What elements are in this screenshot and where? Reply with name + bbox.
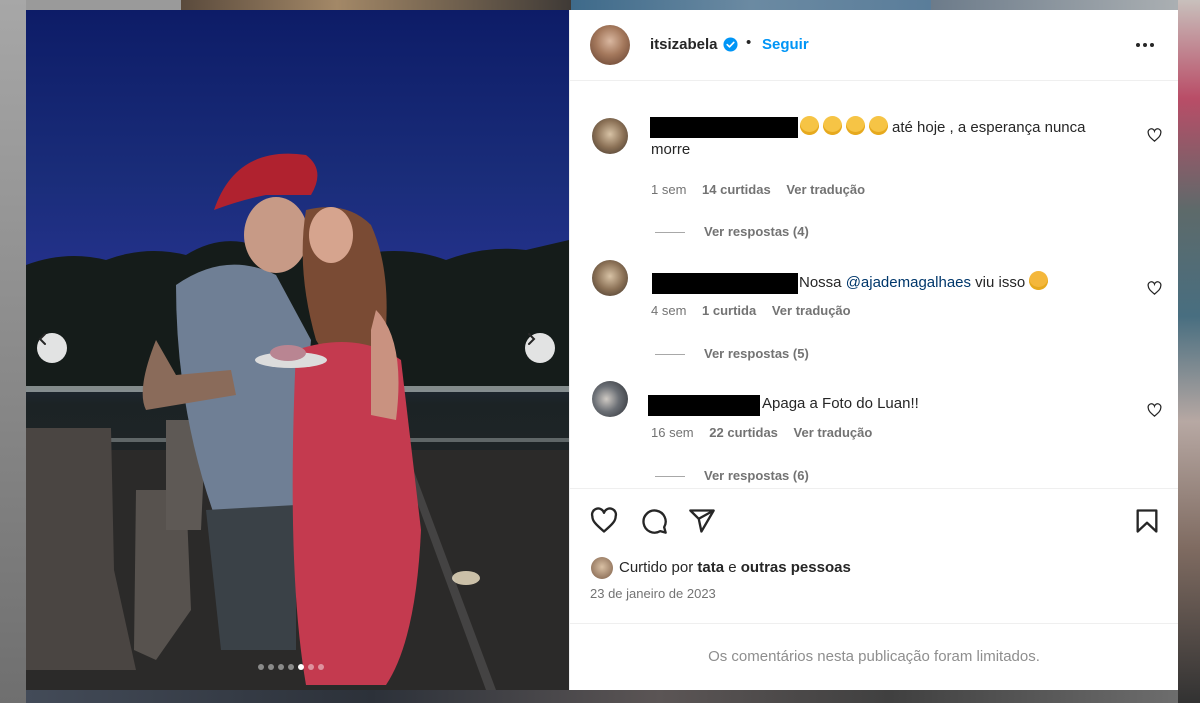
comment-body: Nossa bbox=[799, 274, 846, 291]
comment-body: até hoje , a esperança nunca bbox=[892, 119, 1086, 136]
comment-icon[interactable] bbox=[640, 507, 668, 535]
post-actions: Curtido por tata e outras pessoas 23 de … bbox=[570, 488, 1178, 623]
comment-likes[interactable]: 1 curtida bbox=[702, 303, 756, 318]
backdrop-top bbox=[181, 0, 571, 10]
comments-limited-notice: Os comentários nesta publicação foram li… bbox=[570, 623, 1178, 690]
commenter-avatar[interactable] bbox=[592, 260, 628, 296]
comment-meta: 1 sem 14 curtidas Ver tradução bbox=[651, 182, 877, 197]
redacted-username bbox=[650, 117, 798, 138]
comment-text: até hoje , a esperança nunca bbox=[800, 116, 1085, 139]
replies-divider bbox=[655, 354, 685, 355]
heart-icon[interactable] bbox=[590, 507, 618, 535]
photo-illustration bbox=[26, 153, 569, 690]
share-icon[interactable] bbox=[688, 507, 716, 535]
laughing-emoji-icon bbox=[823, 116, 842, 135]
view-replies-button[interactable]: Ver respostas (5) bbox=[704, 346, 809, 361]
more-options-icon[interactable] bbox=[1134, 34, 1156, 56]
post-date[interactable]: 23 de janeiro de 2023 bbox=[590, 586, 716, 601]
replies-divider bbox=[655, 232, 685, 233]
header-separator: • bbox=[746, 34, 752, 51]
post-header: itsizabela • Seguir bbox=[570, 10, 1178, 81]
backdrop-top bbox=[26, 0, 181, 10]
liker-avatar[interactable] bbox=[591, 557, 613, 579]
carousel-dot bbox=[278, 664, 284, 670]
comment-likes[interactable]: 14 curtidas bbox=[702, 182, 771, 197]
carousel-dot bbox=[308, 664, 314, 670]
comment-meta: 4 sem 1 curtida Ver tradução bbox=[651, 303, 863, 318]
backdrop-top bbox=[931, 0, 1200, 10]
carousel-dot bbox=[318, 664, 324, 670]
carousel-next-button[interactable] bbox=[525, 333, 555, 363]
view-replies-button[interactable]: Ver respostas (6) bbox=[704, 468, 809, 483]
carousel-dot-active bbox=[298, 664, 304, 670]
sad-emoji-icon bbox=[1029, 271, 1049, 290]
liked-user[interactable]: tata bbox=[697, 559, 724, 576]
comment-time: 16 sem bbox=[651, 425, 694, 440]
chevron-left-icon bbox=[38, 333, 46, 345]
comment-like-heart-icon[interactable] bbox=[1147, 403, 1162, 418]
comments-list[interactable]: até hoje , a esperança nunca morre 1 sem… bbox=[570, 81, 1178, 488]
comment-text: Nossa @ajademagalhaes viu isso bbox=[799, 271, 1052, 294]
comment-likes[interactable]: 22 curtidas bbox=[709, 425, 778, 440]
carousel-dot bbox=[258, 664, 264, 670]
comment-like-heart-icon[interactable] bbox=[1147, 128, 1162, 143]
commenter-avatar[interactable] bbox=[592, 118, 628, 154]
backdrop-bottom bbox=[26, 690, 1178, 703]
translate-link[interactable]: Ver tradução bbox=[772, 303, 851, 318]
backdrop-right bbox=[1178, 0, 1200, 703]
chevron-right-icon bbox=[528, 333, 536, 345]
post-details-panel: itsizabela • Seguir até hoje , a esperan… bbox=[569, 10, 1178, 690]
comment-like-heart-icon[interactable] bbox=[1147, 281, 1162, 296]
translate-link[interactable]: Ver tradução bbox=[786, 182, 865, 197]
comment-time: 1 sem bbox=[651, 182, 687, 197]
commenter-avatar[interactable] bbox=[592, 381, 628, 417]
backdrop-left bbox=[0, 0, 26, 703]
liked-by-text[interactable]: Curtido por tata e outras pessoas bbox=[619, 559, 851, 576]
view-replies-button[interactable]: Ver respostas (4) bbox=[704, 224, 809, 239]
comment-body: viu isso bbox=[971, 274, 1030, 291]
backdrop-top bbox=[571, 0, 931, 10]
liked-others[interactable]: outras pessoas bbox=[741, 559, 851, 576]
replies-divider bbox=[655, 476, 685, 477]
verified-badge-icon bbox=[723, 37, 738, 52]
laughing-emoji-icon bbox=[846, 116, 865, 135]
mention-link[interactable]: @ajademagalhaes bbox=[846, 274, 971, 291]
liked-mid: e bbox=[724, 559, 741, 576]
bookmark-icon[interactable] bbox=[1133, 507, 1161, 535]
translate-link[interactable]: Ver tradução bbox=[794, 425, 873, 440]
post-photo[interactable] bbox=[26, 10, 569, 690]
carousel-dot bbox=[268, 664, 274, 670]
liked-prefix: Curtido por bbox=[619, 559, 698, 576]
author-username[interactable]: itsizabela bbox=[650, 36, 718, 53]
redacted-username bbox=[648, 395, 760, 416]
carousel-indicator bbox=[258, 664, 324, 670]
comment-meta: 16 sem 22 curtidas Ver tradução bbox=[651, 425, 884, 440]
redacted-username bbox=[652, 273, 798, 294]
comment-time: 4 sem bbox=[651, 303, 687, 318]
carousel-dot bbox=[288, 664, 294, 670]
laughing-emoji-icon bbox=[869, 116, 888, 135]
carousel-prev-button[interactable] bbox=[37, 333, 67, 363]
laughing-emoji-icon bbox=[800, 116, 819, 135]
comment-text: Apaga a Foto do Luan!! bbox=[762, 395, 919, 412]
author-avatar[interactable] bbox=[590, 25, 630, 65]
comment-text-line2: morre bbox=[651, 141, 691, 158]
follow-button[interactable]: Seguir bbox=[762, 36, 809, 53]
